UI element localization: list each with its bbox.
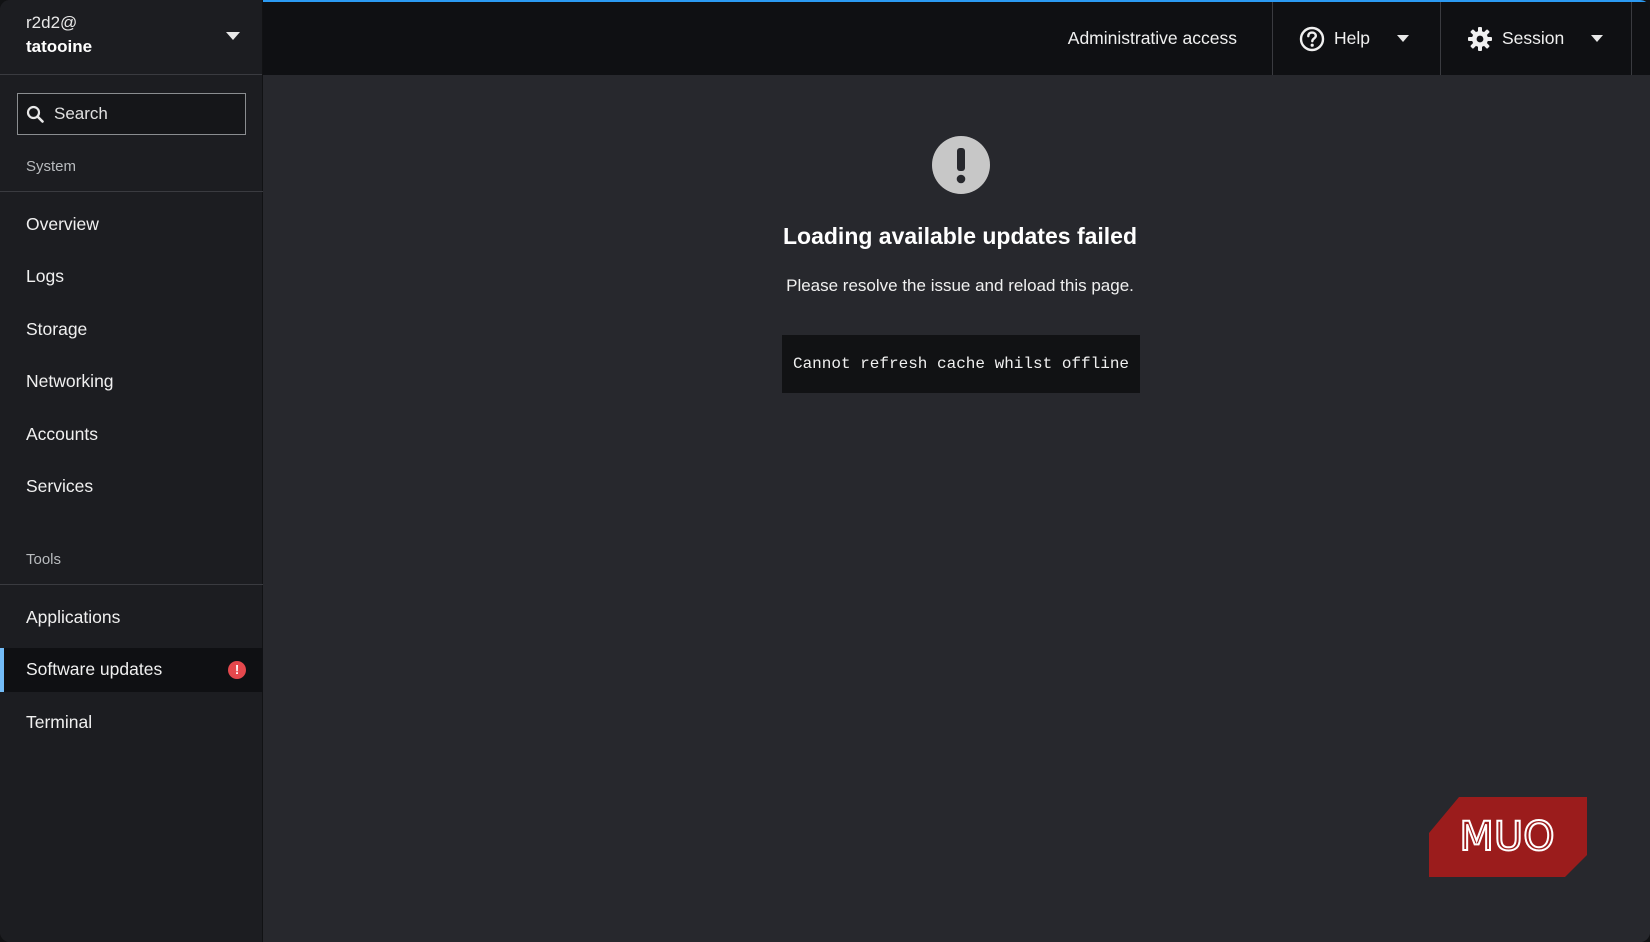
- administrative-access-button[interactable]: Administrative access: [1033, 2, 1272, 75]
- sidebar-item-terminal[interactable]: Terminal: [0, 700, 263, 744]
- sidebar-item-overview[interactable]: Overview: [0, 202, 263, 246]
- sidebar-item-label: Networking: [26, 371, 114, 392]
- sidebar-item-accounts[interactable]: Accounts: [0, 412, 263, 456]
- help-menu-toggle[interactable]: Help: [1272, 2, 1440, 75]
- sidebar-item-logs[interactable]: Logs: [0, 255, 263, 299]
- host-user: r2d2@: [26, 13, 78, 32]
- sidebar-item-label: Applications: [26, 606, 121, 627]
- sidebar-item-label: Accounts: [26, 423, 98, 444]
- search-input[interactable]: [52, 103, 232, 125]
- error-message-code: Cannot refresh cache whilst offline: [782, 335, 1140, 393]
- exclamation-circle-icon: [932, 136, 990, 194]
- sidebar-item-networking[interactable]: Networking: [0, 360, 263, 404]
- app-window: r2d2@ tatooine System Overview Logs Stor…: [0, 0, 1650, 942]
- error-badge: !: [228, 660, 246, 679]
- svg-text:MUO: MUO: [1459, 814, 1554, 860]
- sidebar-item-label: Overview: [26, 213, 99, 234]
- gear-icon: [1468, 26, 1492, 51]
- search-icon: [26, 105, 44, 123]
- caret-down-icon: [226, 32, 240, 40]
- sidebar-item-label: Storage: [26, 318, 88, 339]
- session-label: Session: [1502, 28, 1565, 48]
- section-title-tools: Tools: [0, 545, 263, 585]
- muo-logo: MUO: [1429, 797, 1587, 877]
- page-title: Loading available updates failed: [782, 223, 1138, 249]
- sidebar-item-services[interactable]: Services: [0, 465, 263, 509]
- sidebar-item-label: Logs: [26, 266, 64, 287]
- sidebar-item-storage[interactable]: Storage: [0, 307, 263, 351]
- sidebar-item-label: Software updates: [26, 659, 163, 680]
- caret-down-icon: [1591, 35, 1604, 42]
- sidebar: r2d2@ tatooine System Overview Logs Stor…: [0, 0, 263, 942]
- sidebar-item-applications[interactable]: Applications: [0, 595, 263, 639]
- nav-list-tools: Applications Software updates ! Terminal: [0, 595, 263, 753]
- search-box[interactable]: [17, 93, 246, 135]
- help-label: Help: [1334, 28, 1370, 48]
- host-name: tatooine: [26, 37, 93, 56]
- caret-down-icon: [1397, 35, 1409, 42]
- topbar: Administrative access Help Session: [263, 0, 1650, 75]
- page-message: Please resolve the issue and reload this…: [786, 276, 1134, 295]
- sidebar-item-software-updates[interactable]: Software updates !: [0, 647, 263, 692]
- section-title-system: System: [0, 152, 263, 192]
- sidebar-item-label: Terminal: [26, 711, 93, 732]
- question-circle-icon: [1299, 26, 1325, 51]
- session-menu-toggle[interactable]: Session: [1440, 2, 1632, 75]
- sidebar-item-label: Services: [26, 476, 94, 497]
- host-switcher[interactable]: r2d2@ tatooine: [0, 0, 262, 75]
- nav-list-system: Overview Logs Storage Networking Account…: [0, 202, 263, 518]
